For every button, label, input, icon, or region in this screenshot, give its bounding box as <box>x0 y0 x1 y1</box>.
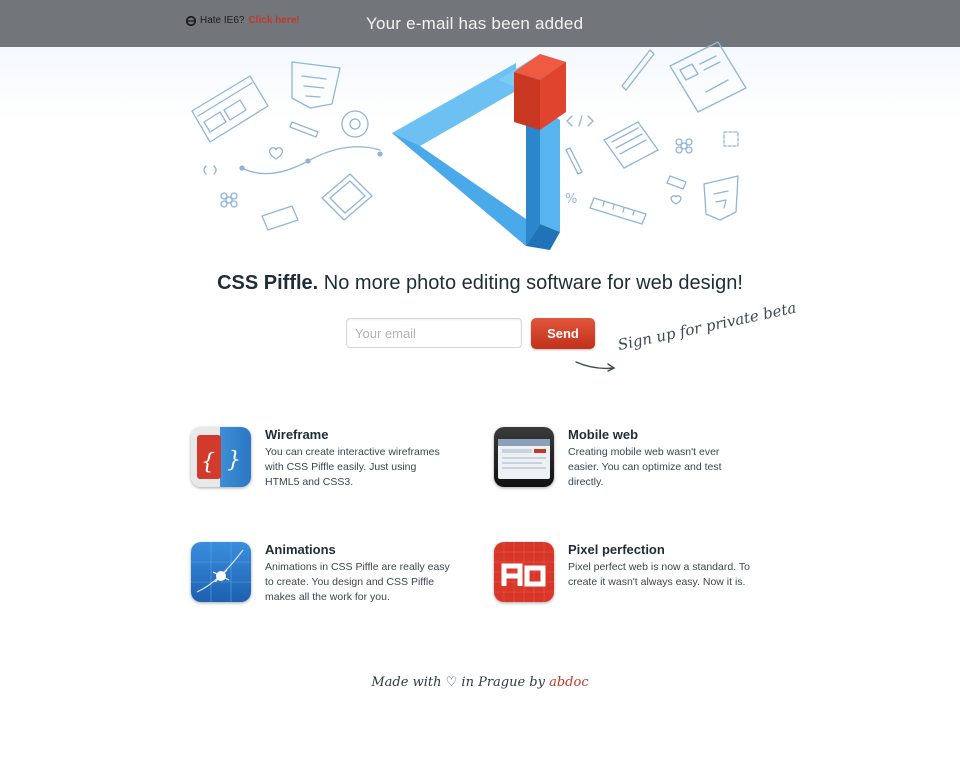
braces-sketch-icon <box>203 165 217 175</box>
phone-sketch-icon <box>261 205 299 231</box>
beta-signup-note: Sign up for private beta <box>616 298 798 354</box>
arrow-icon <box>575 361 616 372</box>
feature-description: Pixel perfect web is now a standard. To … <box>568 561 750 588</box>
feature-description: You can create interactive wireframes wi… <box>265 446 440 488</box>
hero-illustration: % <box>191 41 747 250</box>
footer-credit: Made with ♡ in Prague by abdoc <box>0 675 960 690</box>
curve-sketch <box>241 146 381 175</box>
eraser-sketch-icon <box>666 175 687 190</box>
feature-title: Animations <box>265 542 336 557</box>
code-tag-sketch-icon <box>566 115 594 127</box>
ruler-sketch-icon <box>589 197 647 225</box>
pencil-sketch-icon-small <box>565 147 583 175</box>
tagline: No more photo editing software for web d… <box>323 272 743 294</box>
svg-text:%: % <box>565 192 577 207</box>
pencil-sketch-icon <box>289 121 319 138</box>
feature-title: Mobile web <box>568 427 639 442</box>
ie-notice: Hate IE6? Click here! <box>186 15 300 26</box>
feature-title: Pixel perfection <box>568 542 665 557</box>
feature-pixel-perfection: Pixel perfection Pixel perfect web is no… <box>494 542 784 612</box>
svg-text:{: { <box>201 450 215 475</box>
author-link[interactable]: abdoc <box>549 675 589 690</box>
pen-sketch-icon <box>621 49 655 91</box>
feature-description: Creating mobile web wasn't ever easier. … <box>568 446 722 488</box>
feature-mobile-web: Mobile web Creating mobile web wasn't ev… <box>494 427 784 497</box>
flower-sketch-icon <box>220 192 238 208</box>
svg-text:}: } <box>227 448 241 473</box>
email-input[interactable] <box>346 318 522 348</box>
browser-sketch-icon <box>191 75 269 143</box>
layout-sketch-icon <box>669 41 747 113</box>
ie-notice-text: Hate IE6? <box>200 15 245 26</box>
feature-title: Wireframe <box>265 427 329 442</box>
animation-icon <box>191 542 251 602</box>
heart-sketch-icon <box>268 147 284 160</box>
piffle-logo-triangle <box>392 54 566 250</box>
footer-made-with: Made with <box>371 675 442 690</box>
email-added-message: Your e-mail has been added <box>366 14 584 33</box>
page-headline: CSS Piffle. No more photo editing softwa… <box>0 272 960 295</box>
brand-name: CSS Piffle. <box>217 272 319 294</box>
mobile-phone-icon <box>494 427 554 487</box>
wireframe-icon: { } <box>191 427 251 487</box>
send-button[interactable]: Send <box>531 318 595 349</box>
footer-location: in Prague by <box>461 675 545 690</box>
css3-badge-icon <box>291 61 341 109</box>
chrome-sketch-icon <box>341 110 369 138</box>
heart-sketch-icon-right <box>670 195 682 205</box>
document-sketch-icon <box>603 121 659 169</box>
pixel-icon <box>494 542 554 602</box>
flower-sketch-icon-right <box>675 138 693 154</box>
ie-logo-icon <box>186 15 196 26</box>
heart-icon: ♡ <box>445 675 458 690</box>
html5-badge-icon <box>703 175 739 221</box>
selection-sketch-icon <box>723 131 739 147</box>
tablet-sketch-icon <box>321 173 373 221</box>
feature-description: Animations in CSS Piffle are really easy… <box>265 561 450 603</box>
feature-wireframe: { } Wireframe You can create interactive… <box>191 427 481 497</box>
ie-click-here-link[interactable]: Click here! <box>248 15 299 26</box>
feature-animations: Animations Animations in CSS Piffle are … <box>191 542 481 612</box>
